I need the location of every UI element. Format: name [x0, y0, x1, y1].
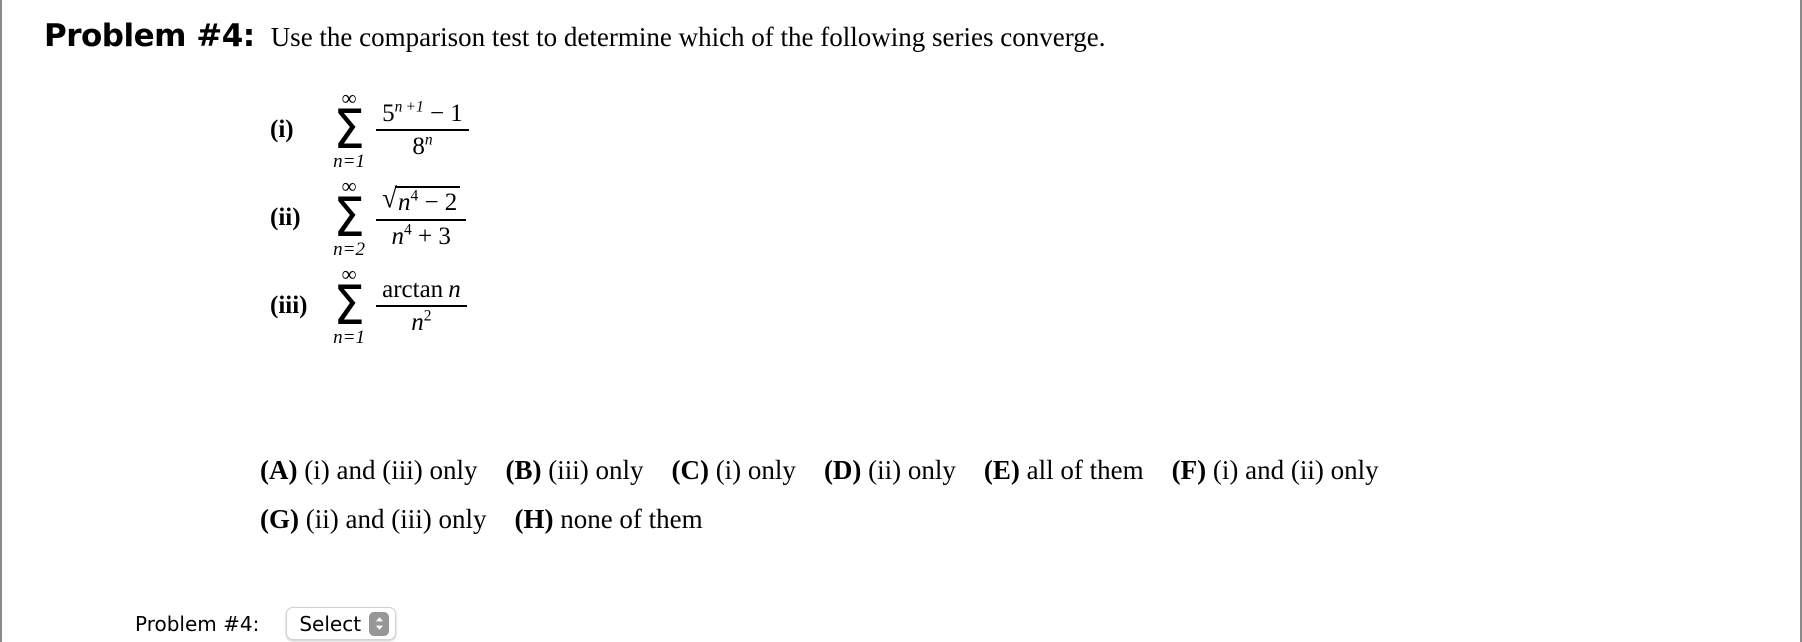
- square-root-icon: √ n4 − 2: [382, 184, 461, 218]
- sigma-icon: Σ: [333, 185, 365, 249]
- choice-b-text: (iii) only: [548, 455, 644, 485]
- series-item-ii: (ii) ∞ Σ n=2 √ n4 − 2 n4 + 3: [270, 174, 469, 262]
- denominator-i: 8n: [412, 131, 433, 160]
- choice-b[interactable]: (B) (iii) only: [505, 455, 643, 486]
- page-title: Problem #4:: [44, 18, 255, 54]
- choice-h-letter: (H): [514, 504, 554, 534]
- choice-e-text: all of them: [1026, 455, 1144, 485]
- series-item-i: (i) ∞ Σ n=1 5n +1 − 1 8n: [270, 86, 469, 174]
- answer-bar: Problem #4: Select: [135, 607, 397, 640]
- choice-row-2: (G) (ii) and (iii) only (H) none of them: [260, 504, 1407, 553]
- problem-page: Problem #4: Use the comparison test to d…: [0, 0, 1802, 642]
- numerator-ii: √ n4 − 2: [376, 184, 466, 219]
- series-tag-i: (i): [270, 116, 294, 143]
- summation-iii: ∞ Σ n=1: [332, 263, 366, 348]
- choice-g[interactable]: (G) (ii) and (iii) only: [260, 504, 486, 535]
- choice-d[interactable]: (D) (ii) only: [824, 455, 956, 486]
- series-tag-iii: (iii): [270, 292, 308, 319]
- choice-d-letter: (D): [823, 455, 862, 485]
- summation-i: ∞ Σ n=1: [332, 87, 366, 172]
- choice-g-text: (ii) and (iii) only: [305, 504, 487, 534]
- choice-f-letter: (F): [1171, 455, 1207, 485]
- fraction-i: 5n +1 − 1 8n: [376, 98, 469, 163]
- sigma-icon: Σ: [333, 273, 365, 337]
- choice-a[interactable]: (A) (i) and (iii) only: [260, 455, 477, 486]
- sigma-icon: Σ: [333, 97, 365, 161]
- choice-c-text: (i) only: [715, 455, 796, 485]
- choice-h-text: none of them: [560, 504, 703, 534]
- summation-ii: ∞ Σ n=2: [332, 175, 366, 260]
- answer-label: Problem #4:: [135, 611, 260, 636]
- numerator-i: 5n +1 − 1: [382, 98, 463, 127]
- choice-f-text: (i) and (ii) only: [1212, 455, 1379, 485]
- choice-c-letter: (C): [671, 455, 709, 485]
- choice-a-letter: (A): [260, 455, 298, 485]
- choice-d-text: (ii) only: [868, 455, 956, 485]
- choice-row-1: (A) (i) and (iii) only (B) (iii) only (C…: [260, 455, 1407, 504]
- choice-c[interactable]: (C) (i) only: [671, 455, 795, 486]
- answer-select[interactable]: Select: [286, 607, 397, 640]
- answer-choices: (A) (i) and (iii) only (B) (iii) only (C…: [260, 455, 1407, 553]
- fraction-ii: √ n4 − 2 n4 + 3: [376, 184, 467, 252]
- choice-a-text: (i) and (iii) only: [304, 455, 478, 485]
- answer-select-value: Select: [299, 611, 362, 636]
- choice-f[interactable]: (F) (i) and (ii) only: [1172, 455, 1379, 486]
- problem-statement: Use the comparison test to determine whi…: [270, 22, 1106, 52]
- numerator-iii: arctan n: [382, 275, 461, 303]
- series-list: (i) ∞ Σ n=1 5n +1 − 1 8n (ii) ∞ Σ n=2 √ n…: [270, 86, 469, 350]
- choice-e[interactable]: (E) all of them: [984, 455, 1144, 486]
- denominator-ii: n4 + 3: [391, 221, 451, 250]
- choice-e-letter: (E): [983, 455, 1020, 485]
- series-item-iii: (iii) ∞ Σ n=1 arctan n n2: [270, 262, 469, 350]
- choice-g-letter: (G): [260, 504, 299, 534]
- choice-b-letter: (B): [505, 455, 542, 485]
- denominator-iii: n2: [411, 307, 432, 336]
- problem-header: Problem #4: Use the comparison test to d…: [44, 18, 1105, 54]
- fraction-iii: arctan n n2: [376, 274, 467, 339]
- series-tag-ii: (ii): [270, 204, 301, 231]
- choice-h[interactable]: (H) none of them: [514, 504, 702, 535]
- up-down-chevron-icon[interactable]: [369, 611, 390, 636]
